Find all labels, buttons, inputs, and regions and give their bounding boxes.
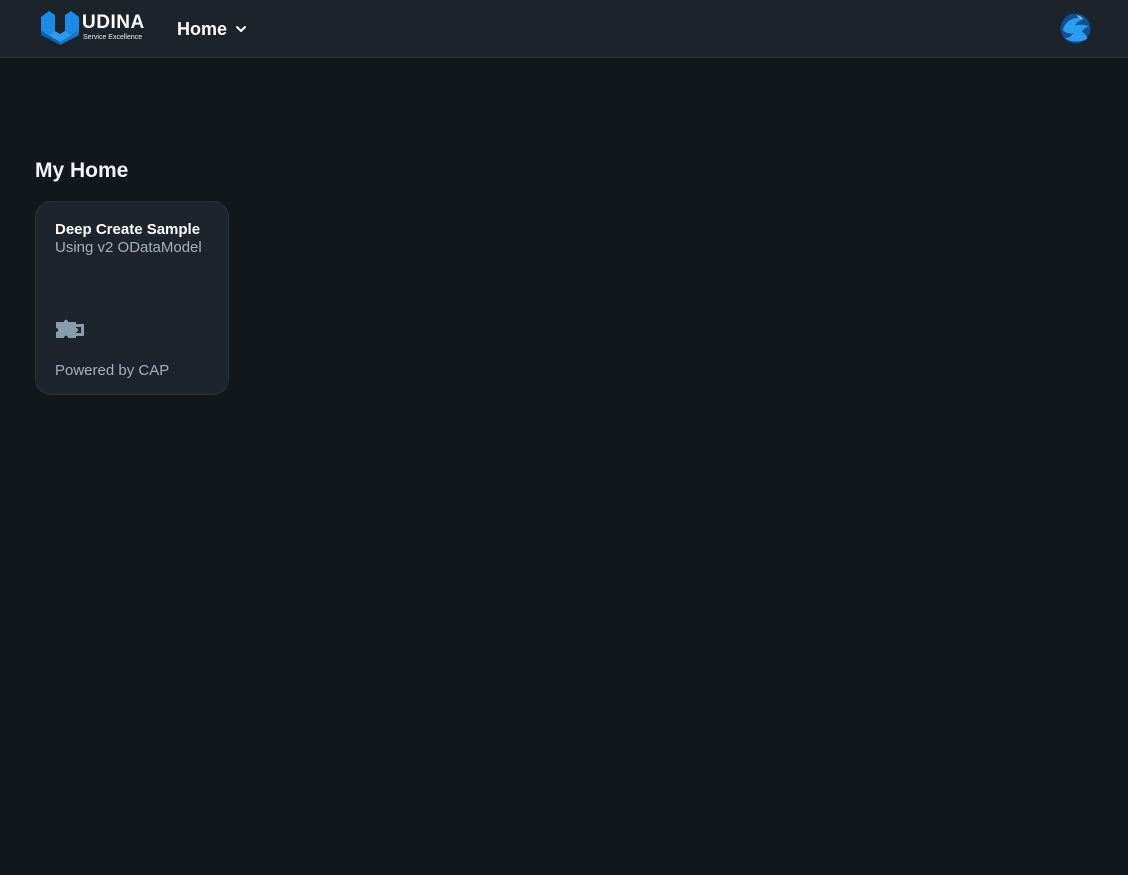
puzzle-icon: [56, 319, 84, 338]
app-tile-deep-create-sample[interactable]: Deep Create Sample Using v2 ODataModel P…: [35, 201, 229, 395]
company-logo[interactable]: UDINA Service Excellence: [41, 11, 147, 45]
tile-subtitle: Using v2 ODataModel: [55, 239, 202, 256]
home-menu-label: Home: [177, 18, 228, 39]
tile-title: Deep Create Sample: [55, 221, 201, 238]
phoenix-avatar-icon: [1060, 13, 1091, 44]
page-title: My Home: [35, 159, 129, 182]
logo-subtext: Service Excellence: [83, 34, 143, 41]
tile-footer: Powered by CAP: [55, 362, 170, 379]
shell-bar: UDINA Service Excellence Home: [0, 0, 1128, 57]
udina-logo-icon: [41, 11, 79, 45]
home-menu-button[interactable]: Home: [177, 17, 247, 41]
chevron-down-icon: [236, 26, 247, 32]
user-avatar[interactable]: [1059, 12, 1092, 45]
logo-text: UDINA: [82, 12, 145, 33]
